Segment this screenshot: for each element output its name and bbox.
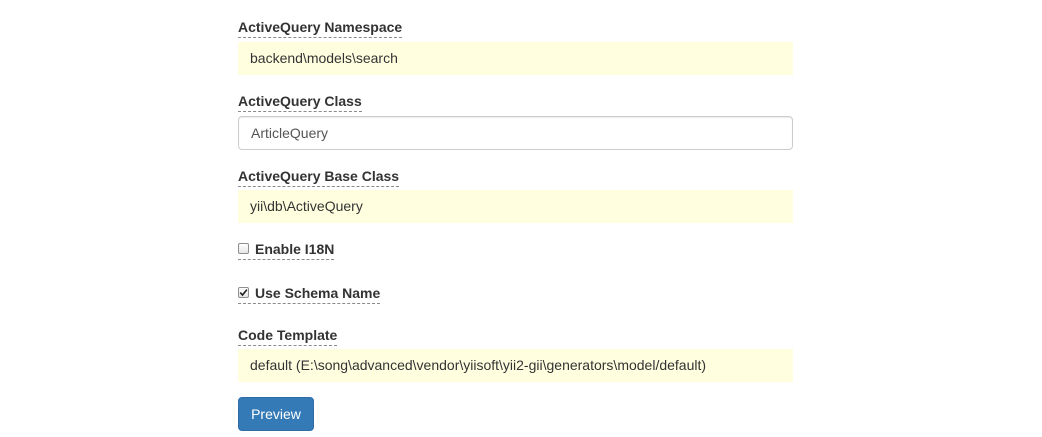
code-template-value[interactable]: default (E:\song\advanced\vendor\yiisoft… [238,349,793,382]
code-template-label[interactable]: Code Template [238,326,338,346]
query-base-class-label[interactable]: ActiveQuery Base Class [238,167,400,187]
preview-button[interactable]: Preview [238,397,314,431]
query-namespace-value[interactable]: backend\models\search [238,42,793,75]
use-schema-name-option[interactable]: Use Schema Name [238,284,381,304]
query-base-class-value[interactable]: yii\db\ActiveQuery [238,190,793,223]
enable-i18n-checkbox[interactable] [238,242,249,254]
query-class-label[interactable]: ActiveQuery Class [238,92,362,112]
enable-i18n-option[interactable]: Enable I18N [238,240,335,260]
use-schema-name-label[interactable]: Use Schema Name [255,284,380,302]
use-schema-name-checkbox[interactable] [238,286,249,298]
query-namespace-label[interactable]: ActiveQuery Namespace [238,18,403,38]
checkmark-icon [239,288,248,296]
enable-i18n-label[interactable]: Enable I18N [255,240,334,258]
query-class-input[interactable] [238,116,793,150]
